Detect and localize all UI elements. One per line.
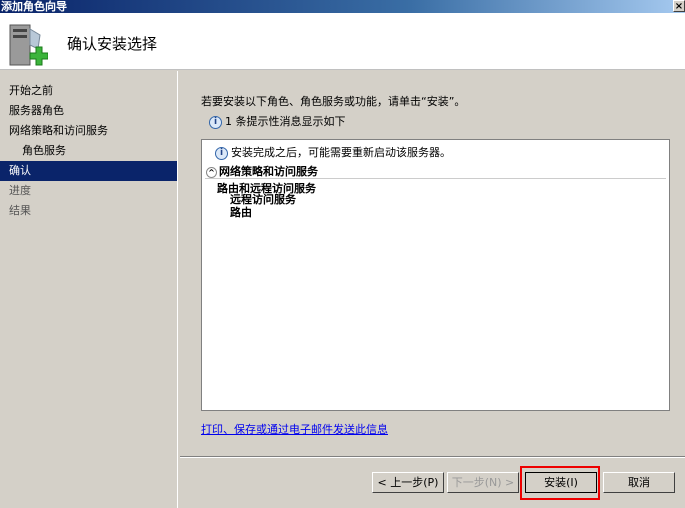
highlight-box <box>520 466 600 500</box>
title-bar: 添加角色向导 × <box>0 0 685 13</box>
service-item: 远程访问服务 <box>230 193 296 206</box>
window-title: 添加角色向导 <box>1 0 67 13</box>
step-server-roles[interactable]: 服务器角色 <box>0 101 177 121</box>
server-add-icon <box>9 24 48 66</box>
cancel-button[interactable]: 取消 <box>603 472 675 493</box>
divider <box>180 456 685 458</box>
step-before-you-begin[interactable]: 开始之前 <box>0 81 177 101</box>
step-progress: 进度 <box>9 184 31 197</box>
info-icon: i <box>209 115 222 129</box>
divider <box>205 178 666 179</box>
section-header[interactable]: ^ 网络策略和访问服务 <box>206 163 318 179</box>
restart-text: 安装完成之后，可能需要重新启动该服务器。 <box>231 146 451 159</box>
print-save-email-link[interactable]: 打印、保存或通过电子邮件发送此信息 <box>201 421 388 437</box>
wizard-steps: 开始之前 服务器角色 网络策略和访问服务 角色服务 确认 进度 结果 <box>0 71 178 508</box>
step-confirmation[interactable]: 确认 <box>0 161 177 181</box>
step-role-services[interactable]: 角色服务 <box>0 141 177 161</box>
service-item: 路由 <box>230 206 252 219</box>
main-panel: 若要安装以下角色、角色服务或功能，请单击“安装”。 i1 条提示性消息显示如下 … <box>180 71 685 508</box>
collapse-icon[interactable]: ^ <box>206 167 217 178</box>
intro-text: 若要安装以下角色、角色服务或功能，请单击“安装”。 <box>201 95 466 108</box>
close-button[interactable]: × <box>673 0 685 12</box>
wizard-header: 确认安装选择 <box>0 13 685 70</box>
section-title: 网络策略和访问服务 <box>219 165 318 178</box>
info-note: i1 条提示性消息显示如下 <box>209 113 346 129</box>
info-icon: i <box>215 146 228 160</box>
confirmation-list[interactable]: i 安装完成之后，可能需要重新启动该服务器。 ^ 网络策略和访问服务 路由和远程访问… <box>201 139 670 411</box>
restart-warning: i 安装完成之后，可能需要重新启动该服务器。 <box>215 144 451 160</box>
previous-button[interactable]: < 上一步(P) <box>372 472 444 493</box>
page-title: 确认安装选择 <box>67 35 158 53</box>
info-note-text: 1 条提示性消息显示如下 <box>225 115 346 128</box>
step-npas[interactable]: 网络策略和访问服务 <box>0 121 177 141</box>
step-results: 结果 <box>9 204 31 217</box>
next-button: 下一步(N) > <box>447 472 519 493</box>
